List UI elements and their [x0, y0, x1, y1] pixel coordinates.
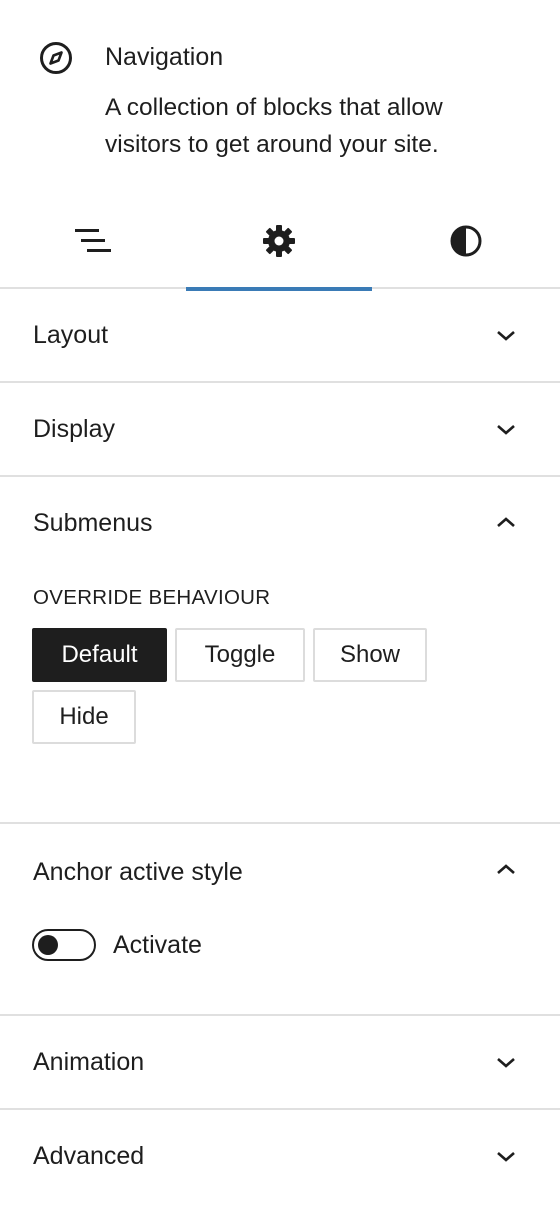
panel-advanced-toggle[interactable]: Advanced [0, 1110, 560, 1202]
chevron-down-icon [494, 1144, 518, 1168]
gear-icon [261, 223, 297, 259]
panel-animation-title: Animation [33, 1048, 145, 1076]
panel-anchor-active-style: Anchor active style Activate [0, 824, 560, 1016]
activate-label: Activate [113, 931, 202, 959]
panel-display-toggle[interactable]: Display [0, 383, 560, 475]
chevron-down-icon [494, 417, 518, 441]
block-title: Navigation [105, 43, 224, 71]
panel-submenus-title: Submenus [33, 509, 153, 537]
panel-animation: Animation [0, 1016, 560, 1110]
panel-submenus-toggle[interactable]: Submenus [0, 477, 560, 569]
panel-layout-toggle[interactable]: Layout [0, 289, 560, 381]
panel-layout-title: Layout [33, 321, 109, 349]
panel-display-title: Display [33, 415, 115, 443]
panel-advanced-title: Advanced [33, 1142, 145, 1170]
tab-styles[interactable] [372, 193, 560, 289]
panel-anchor-toggle[interactable]: Anchor active style [0, 824, 560, 916]
toggle-knob [38, 935, 58, 955]
chevron-up-icon [494, 858, 518, 882]
inspector-tabs [0, 193, 560, 291]
half-circle-icon [448, 223, 484, 259]
hide-button[interactable]: Hide [32, 690, 136, 744]
panel-display: Display [0, 383, 560, 477]
block-card: Navigation A collection of blocks that a… [0, 0, 560, 190]
tab-list-view[interactable] [0, 193, 186, 289]
toggle-button[interactable]: Toggle [175, 628, 305, 682]
panel-submenus: Submenus OVERRIDE BEHAVIOUR Default Togg… [0, 477, 560, 824]
panel-advanced: Advanced [0, 1110, 560, 1210]
block-description: A collection of blocks that allow visito… [105, 94, 443, 158]
list-view-icon [73, 225, 113, 257]
panel-layout: Layout [0, 289, 560, 383]
panel-animation-toggle[interactable]: Animation [0, 1016, 560, 1108]
show-button[interactable]: Show [313, 628, 427, 682]
override-behaviour-label: OVERRIDE BEHAVIOUR [33, 586, 271, 609]
compass-icon [38, 40, 74, 76]
activate-toggle[interactable] [32, 929, 96, 961]
chevron-up-icon [494, 511, 518, 535]
default-button[interactable]: Default [32, 628, 167, 682]
chevron-down-icon [494, 323, 518, 347]
chevron-down-icon [494, 1050, 518, 1074]
panel-anchor-title: Anchor active style [33, 858, 243, 886]
tab-settings[interactable] [186, 193, 372, 291]
